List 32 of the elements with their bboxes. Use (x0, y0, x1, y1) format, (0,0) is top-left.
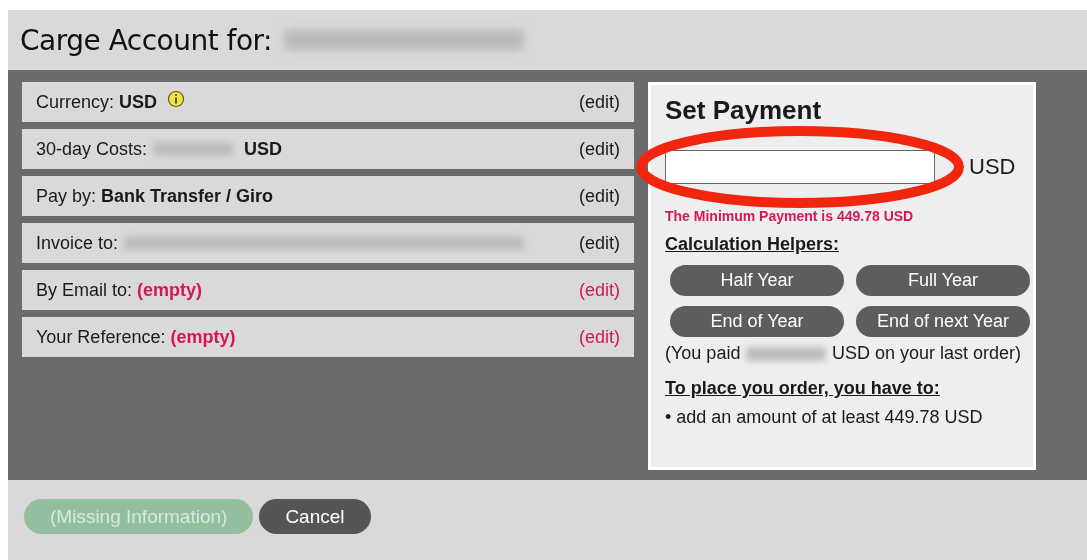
edit-link[interactable]: (edit) (579, 138, 620, 160)
field-label: By Email to: (36, 279, 133, 301)
edit-link[interactable]: (edit) (579, 185, 620, 207)
helper-button[interactable]: Half Year (670, 265, 844, 296)
edit-link[interactable]: (edit) (579, 232, 620, 254)
payment-input[interactable] (665, 150, 935, 184)
field-label: Your Reference: (36, 326, 166, 348)
paid-text: (You paid (665, 343, 741, 364)
currency-label: USD (969, 154, 1016, 180)
field-label: 30-day Costs: (36, 138, 148, 160)
cancel-button[interactable]: Cancel (259, 499, 371, 534)
field-value: (empty) (137, 279, 203, 301)
panel-title: Set Payment (665, 95, 823, 126)
edit-link[interactable]: (edit) (579, 279, 620, 301)
field-label: Currency: (36, 91, 115, 113)
edit-link[interactable]: (edit) (579, 91, 620, 113)
todo-item: • add an amount of at least 449.78 USD (665, 407, 984, 428)
edit-link[interactable]: (edit) (579, 326, 620, 348)
error-message: The Minimum Payment is 449.78 USD (665, 208, 915, 224)
paid-text: USD on your last order) (831, 343, 1021, 364)
helper-button[interactable]: End of Year (670, 306, 844, 337)
helpers-heading: Calculation Helpers: (665, 234, 841, 255)
helper-button[interactable]: Full Year (856, 265, 1030, 296)
field-label: Pay by: (36, 185, 97, 207)
todo-heading: To place you order, you have to: (665, 378, 941, 399)
helper-button[interactable]: End of next Year (856, 306, 1030, 337)
field-value: Bank Transfer / Giro (101, 185, 274, 207)
field-value: (empty) (170, 326, 236, 348)
field-value: USD (244, 138, 283, 160)
dialog-title: Carge Account for: (20, 23, 273, 57)
field-label: Invoice to: (36, 232, 119, 254)
field-value: USD (119, 91, 158, 113)
